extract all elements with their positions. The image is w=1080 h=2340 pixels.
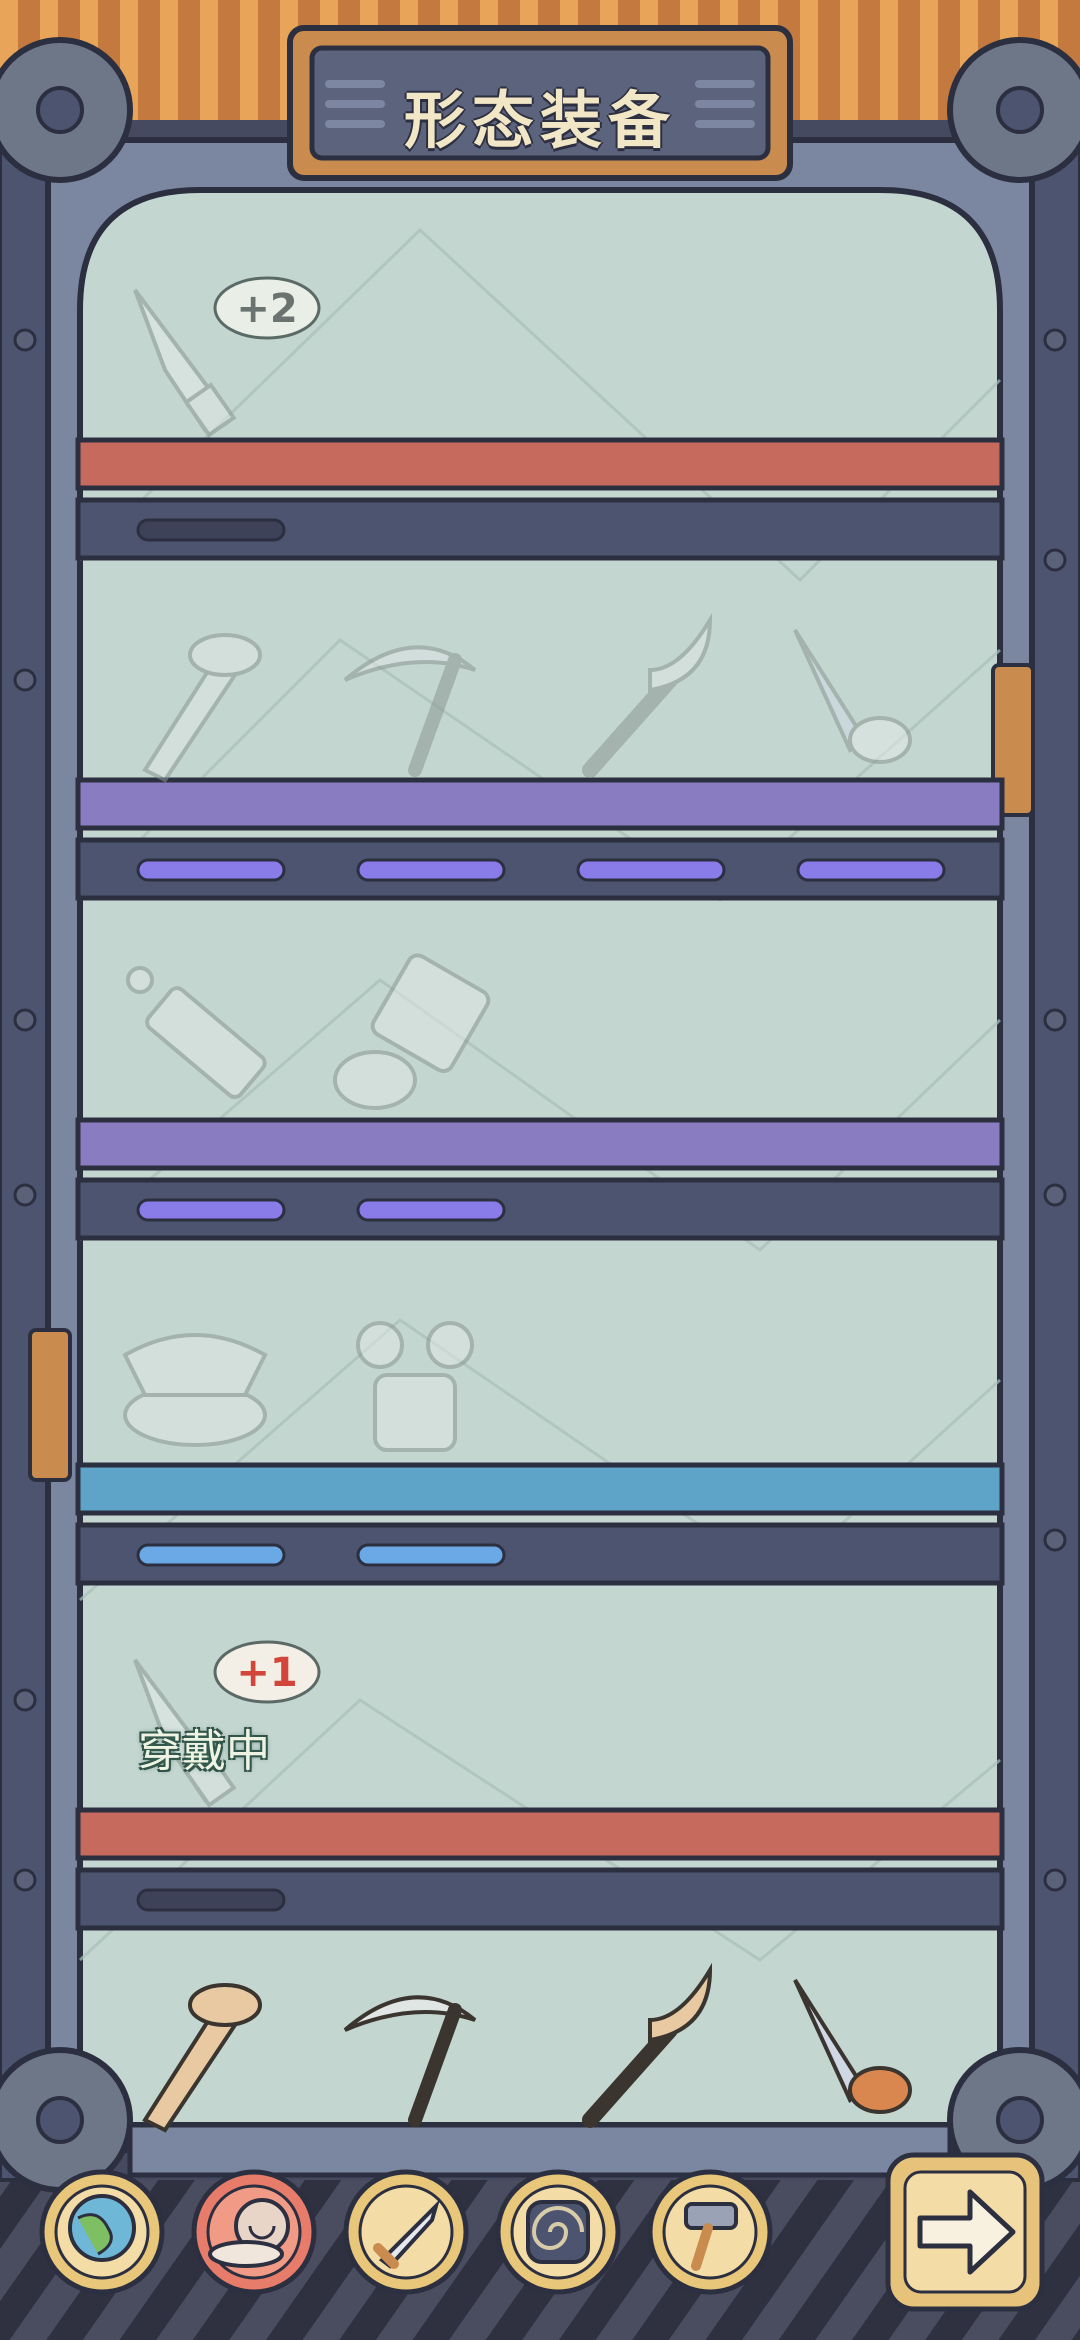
progress-pill xyxy=(356,1543,506,1567)
scythe-icon[interactable] xyxy=(343,1995,477,2127)
progress-pill xyxy=(796,858,946,882)
shelf-purple-2 xyxy=(75,952,1005,1241)
shelf-blue xyxy=(75,1321,1005,1586)
horn-staff-icon[interactable] xyxy=(582,612,713,778)
nav-hammer-button[interactable] xyxy=(646,2168,774,2296)
count-badge: +1 xyxy=(212,1640,322,1708)
leaf-dagger-icon[interactable] xyxy=(793,1978,912,2114)
progress-pill xyxy=(356,858,506,882)
progress-pill xyxy=(136,1543,286,1567)
bone-club-icon[interactable] xyxy=(142,633,262,783)
horn-staff-icon[interactable] xyxy=(582,1962,713,2128)
shelves-layer xyxy=(75,288,1005,2133)
shelf-band xyxy=(75,1117,1005,1171)
progress-pill xyxy=(356,1198,506,1222)
equipment-screen: { "header": { "title": "形态装备" }, "shelve… xyxy=(0,0,1080,2340)
shelf-band xyxy=(75,437,1005,491)
count-badge-text: +2 xyxy=(236,286,298,332)
count-badge-text: +1 xyxy=(236,1650,298,1696)
shelf-band xyxy=(75,1462,1005,1516)
nav-spiral-shell-button[interactable] xyxy=(494,2168,622,2296)
plant-helmet-icon[interactable] xyxy=(356,1321,474,1452)
next-button[interactable] xyxy=(885,2152,1045,2312)
progress-pill xyxy=(136,518,286,542)
spiral-shell-icon xyxy=(526,2200,590,2264)
nav-snail-button[interactable] xyxy=(190,2168,318,2296)
scythe-icon[interactable] xyxy=(343,645,477,777)
shelf-band xyxy=(75,777,1005,831)
globe-icon xyxy=(68,2194,136,2262)
nav-sword-button[interactable] xyxy=(342,2168,470,2296)
shelf-purple xyxy=(75,612,1005,901)
leaf-dagger-icon[interactable] xyxy=(793,628,912,764)
shelf-band xyxy=(75,1807,1005,1861)
count-badge: +2 xyxy=(212,276,322,344)
equipped-status-label: 穿戴中 xyxy=(138,1726,270,1777)
bone-club-icon[interactable] xyxy=(142,1983,262,2133)
progress-pill xyxy=(576,858,726,882)
mech-gauntlet-icon[interactable] xyxy=(333,952,492,1110)
page-title: 形态装备 xyxy=(403,84,676,157)
progress-pill xyxy=(136,858,286,882)
blaster-gun-icon[interactable] xyxy=(126,966,268,1100)
lotus-crown-icon[interactable] xyxy=(122,1333,268,1447)
progress-pill xyxy=(136,1198,286,1222)
nav-globe-button[interactable] xyxy=(38,2168,166,2296)
progress-pill xyxy=(136,1888,286,1912)
